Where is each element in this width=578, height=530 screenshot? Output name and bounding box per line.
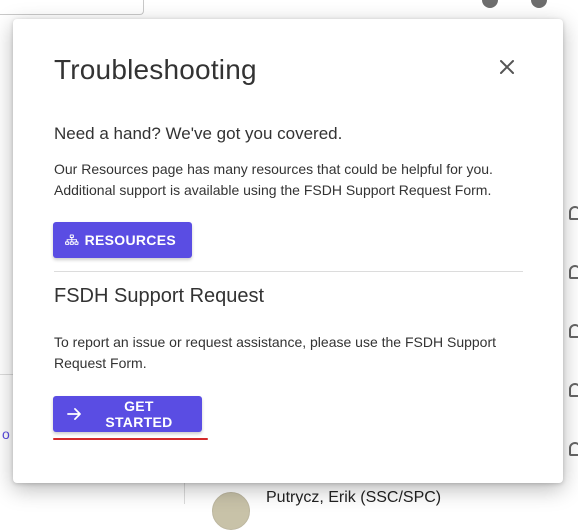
avatar xyxy=(212,492,250,530)
support-description: To report an issue or request assistance… xyxy=(54,334,497,371)
background-search-input[interactable] xyxy=(0,0,144,15)
arrow-right-icon xyxy=(67,408,81,420)
resources-description: Our Resources page has many resources th… xyxy=(54,161,493,198)
section-divider xyxy=(54,271,523,272)
person-name[interactable]: Putrycz, Erik (SSC/SPC) xyxy=(266,489,441,507)
person-icon xyxy=(569,442,578,456)
person-icon xyxy=(569,206,578,220)
background-divider xyxy=(0,374,14,375)
troubleshooting-dialog: Troubleshooting Need a hand? We've got y… xyxy=(13,19,563,483)
get-started-button[interactable]: GET STARTED xyxy=(53,396,202,432)
dialog-title: Troubleshooting xyxy=(54,54,257,85)
close-button[interactable] xyxy=(495,55,519,79)
lead-text: Need a hand? We've got you covered. xyxy=(54,124,343,143)
annotation-underline xyxy=(53,438,208,440)
resources-button-label: RESOURCES xyxy=(84,232,176,248)
background-card-edge xyxy=(184,480,185,504)
notification-bell-icon[interactable] xyxy=(482,0,498,8)
sitemap-icon xyxy=(65,234,79,245)
help-icon[interactable] xyxy=(531,0,547,8)
background-link-fragment[interactable]: o xyxy=(2,426,10,442)
person-icon xyxy=(569,265,578,279)
person-icon xyxy=(569,324,578,338)
resources-button[interactable]: RESOURCES xyxy=(53,222,192,258)
person-icon xyxy=(569,383,578,397)
support-request-heading: FSDH Support Request xyxy=(54,285,265,307)
get-started-button-label: GET STARTED xyxy=(105,398,173,430)
close-icon xyxy=(500,60,514,74)
